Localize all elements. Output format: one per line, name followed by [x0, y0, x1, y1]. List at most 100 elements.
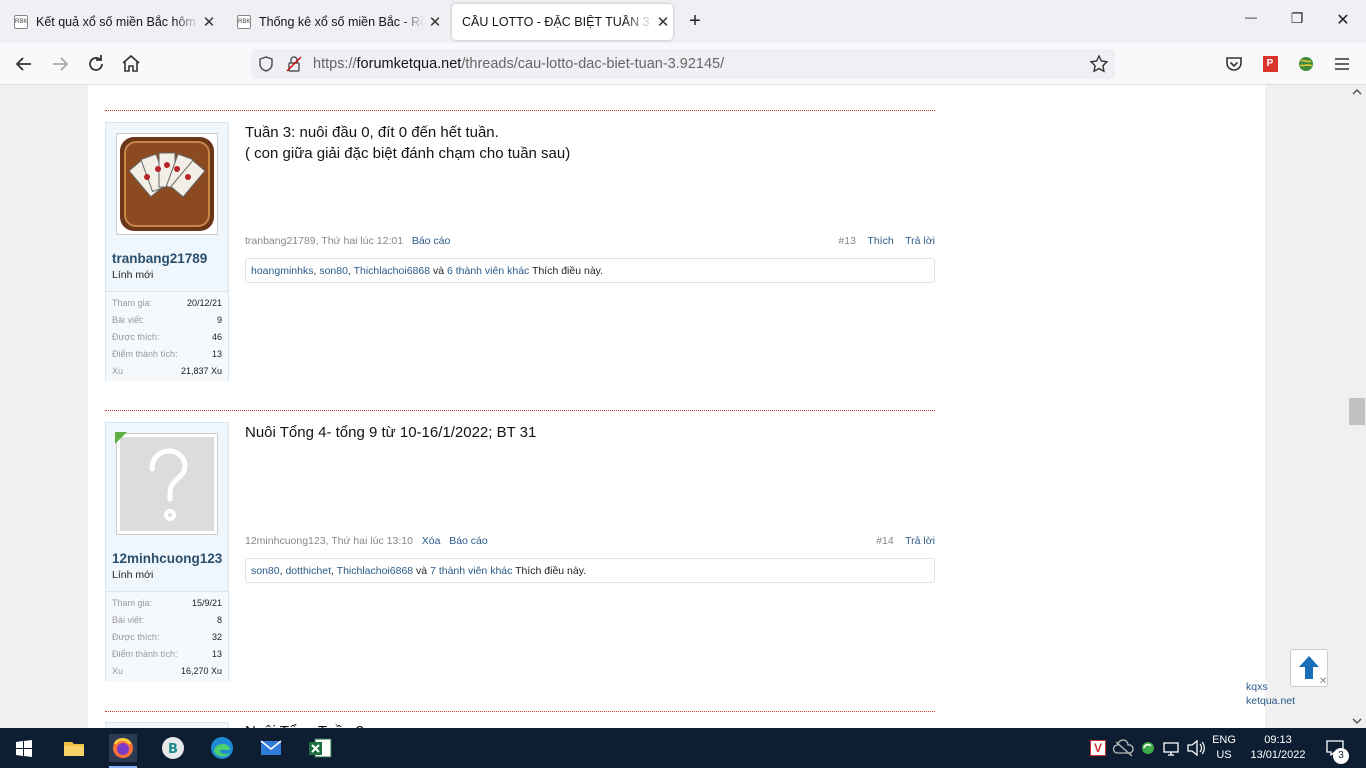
- liker-link[interactable]: Thichlachoi6868: [354, 265, 430, 277]
- liker-link[interactable]: dotthichet: [285, 565, 331, 577]
- restore-button[interactable]: ❐: [1287, 10, 1307, 32]
- other-likers-link[interactable]: 7 thành viên khác: [430, 565, 512, 577]
- stat-value: 16,270 Xu: [180, 666, 222, 676]
- lang-code: ENG: [1212, 734, 1236, 746]
- stat-value: 8: [216, 615, 222, 625]
- likes-summary: son80, dotthichet, Thichlachoi6868 và 7 …: [245, 558, 935, 583]
- url-bar[interactable]: https://forumketqua.net/threads/cau-lott…: [251, 49, 1115, 79]
- stat-label: Tham gia:: [112, 598, 153, 608]
- shield-icon[interactable]: [257, 55, 275, 78]
- side-label-line: kqxs: [1246, 681, 1268, 693]
- reload-icon[interactable]: [84, 52, 108, 76]
- stat-row: Xu 21,837 Xu: [106, 363, 228, 380]
- stat-row: Được thích: 46: [106, 329, 228, 346]
- avatar[interactable]: [116, 133, 218, 235]
- stat-label: Được thích:: [112, 332, 160, 342]
- input-language[interactable]: ENG US: [1207, 733, 1241, 763]
- stat-value: 13: [211, 649, 222, 659]
- post-separator: [105, 410, 935, 411]
- avatar[interactable]: [116, 433, 218, 535]
- stat-value: 13: [211, 349, 222, 359]
- report-link[interactable]: Báo cáo: [449, 535, 488, 547]
- liker-link[interactable]: son80: [251, 565, 280, 577]
- message-line: Tuần 3: nuôi đầu 0, đít 0 đến hết tuần.: [245, 124, 499, 141]
- reply-link[interactable]: Trả lời: [905, 235, 935, 247]
- stat-row: Điểm thành tích: 13: [106, 646, 228, 663]
- stat-value: 15/9/21: [191, 598, 222, 608]
- extension-p-icon[interactable]: P: [1258, 52, 1282, 76]
- scroll-up-icon[interactable]: [1352, 87, 1362, 100]
- tab-ketqua[interactable]: RBK Kết quả xổ số miền Bắc hôm nay ✕: [4, 4, 219, 40]
- excel-icon[interactable]: [306, 734, 334, 762]
- stat-label: Bài viết:: [112, 615, 145, 625]
- rbk-favicon-icon: RBK: [14, 15, 28, 29]
- notification-center-icon[interactable]: 3: [1322, 734, 1350, 764]
- liker-link[interactable]: Thichlachoi6868: [337, 565, 413, 577]
- liker-link[interactable]: hoangminhks: [251, 265, 313, 277]
- mail-icon[interactable]: [257, 734, 285, 762]
- reply-link[interactable]: Trả lời: [905, 535, 935, 547]
- bookmark-star-icon[interactable]: [1089, 54, 1109, 79]
- extension-globe-icon[interactable]: [1294, 52, 1318, 76]
- post-separator: [105, 110, 935, 111]
- notification-count-badge: 3: [1333, 748, 1349, 764]
- file-explorer-icon[interactable]: [60, 734, 88, 762]
- username-link[interactable]: 12minhcuong123: [112, 551, 222, 566]
- post-number[interactable]: #13: [838, 235, 856, 247]
- author-panel: 12minhcuong123 Lính mới Tham gia: 15/9/21…: [105, 422, 229, 681]
- url-scheme: https://: [313, 56, 357, 72]
- pocket-icon[interactable]: [1222, 52, 1246, 76]
- author-time[interactable]: 12minhcuong123, Thứ hai lúc 13:10: [245, 535, 413, 547]
- message-content: Tuần 3: nuôi đầu 0, đít 0 đến hết tuần. …: [245, 122, 570, 164]
- navigation-bar: https://forumketqua.net/threads/cau-lott…: [0, 43, 1366, 85]
- window-close-button[interactable]: ✕: [1333, 10, 1353, 32]
- stat-value: 46: [211, 332, 222, 342]
- message-line: Nuôi Tổng 4- tổng 9 từ 10-16/1/2022; BT …: [245, 424, 537, 441]
- app-b-icon[interactable]: B: [159, 734, 187, 762]
- online-indicator-icon: [115, 432, 127, 444]
- close-tab-icon[interactable]: ✕: [425, 13, 445, 31]
- tab-cau-lotto[interactable]: CẦU LOTTO - ĐẶC BIỆT TUẦN 3 | Forum Kết …: [452, 4, 673, 40]
- menu-hamburger-icon[interactable]: [1330, 52, 1354, 76]
- report-link[interactable]: Báo cáo: [412, 235, 451, 247]
- close-tab-icon[interactable]: ✕: [653, 13, 673, 31]
- user-title: Lính mới: [112, 269, 154, 281]
- tab-title: CẦU LOTTO - ĐẶC BIỆT TUẦN 3 | Forum Kết …: [462, 15, 653, 29]
- message-line: ( con giữa giải đặc biệt đánh chạm cho t…: [245, 145, 571, 162]
- stat-label: Tham gia:: [112, 298, 153, 308]
- clock[interactable]: 09:13 13/01/2022: [1244, 733, 1312, 763]
- stat-row: Được thích: 32: [106, 629, 228, 646]
- author-panel: tranbang21789 Lính mới Tham gia: 20/12/21…: [105, 122, 229, 381]
- lock-icon[interactable]: [285, 55, 303, 78]
- back-arrow-icon[interactable]: [12, 52, 36, 76]
- stat-value: 20/12/21: [186, 298, 222, 308]
- username-link[interactable]: tranbang21789: [112, 251, 207, 266]
- delete-link[interactable]: Xóa: [422, 535, 441, 547]
- url-path: /threads/cau-lotto-dac-biet-tuan-3.92145…: [461, 56, 725, 72]
- kqxs-side-link[interactable]: kqxs ketqua.net: [1246, 680, 1295, 708]
- stat-row: Điểm thành tích: 13: [106, 346, 228, 363]
- post-number[interactable]: #14: [876, 535, 894, 547]
- stat-row: Xu 16,270 Xu: [106, 663, 228, 680]
- edge-icon[interactable]: [208, 734, 236, 762]
- new-tab-button[interactable]: +: [685, 10, 705, 32]
- scrollbar-thumb[interactable]: [1349, 398, 1365, 425]
- other-likers-link[interactable]: 6 thành viên khác: [447, 265, 529, 277]
- tab-bar: RBK Kết quả xổ số miền Bắc hôm nay ✕ RBK…: [0, 0, 1366, 43]
- close-tab-icon[interactable]: ✕: [199, 13, 219, 31]
- minimize-button[interactable]: —: [1241, 10, 1261, 32]
- tab-thongke[interactable]: RBK Thống kê xổ số miền Bắc - Rồng Bạch …: [227, 4, 445, 40]
- clock-date: 13/01/2022: [1250, 749, 1306, 761]
- url-text[interactable]: https://forumketqua.net/threads/cau-lott…: [313, 56, 724, 72]
- message-content: Nuôi Tổng 4- tổng 9 từ 10-16/1/2022; BT …: [245, 422, 536, 443]
- windows-start-icon[interactable]: [10, 734, 38, 762]
- side-close-icon[interactable]: ✕: [1319, 676, 1327, 687]
- firefox-icon[interactable]: [109, 734, 137, 762]
- liker-link[interactable]: son80: [319, 265, 348, 277]
- forward-arrow-icon[interactable]: [48, 52, 72, 76]
- author-time[interactable]: tranbang21789, Thứ hai lúc 12:01: [245, 235, 403, 247]
- tab-title: Kết quả xổ số miền Bắc hôm nay: [36, 15, 199, 29]
- post-meta: 12minhcuong123, Thứ hai lúc 13:10 Xóa Bá…: [245, 535, 935, 547]
- home-icon[interactable]: [119, 52, 143, 76]
- like-link[interactable]: Thích: [867, 235, 893, 247]
